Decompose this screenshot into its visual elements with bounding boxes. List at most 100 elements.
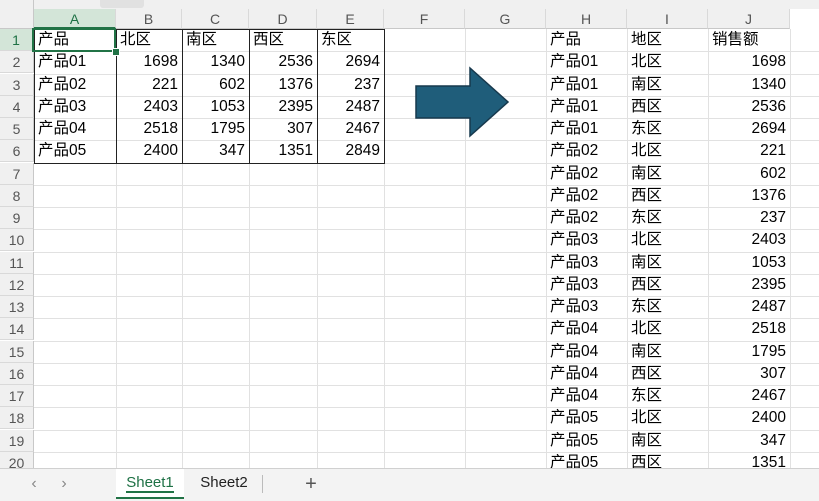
result-table-cell[interactable]: 2518 xyxy=(708,318,790,340)
add-sheet-button[interactable]: + xyxy=(300,471,322,497)
result-table-cell[interactable]: 西区 xyxy=(627,274,708,296)
column-header-e[interactable]: E xyxy=(317,9,384,29)
result-table-cell[interactable]: 产品01 xyxy=(546,74,627,96)
column-header-h[interactable]: H xyxy=(546,9,627,29)
result-table-cell[interactable]: 南区 xyxy=(627,252,708,274)
select-all-corner[interactable] xyxy=(0,0,34,29)
result-table-cell[interactable]: 307 xyxy=(708,363,790,385)
result-table-cell[interactable]: 2694 xyxy=(708,118,790,140)
source-table-cell[interactable]: 307 xyxy=(249,118,317,140)
source-table-cell[interactable]: 347 xyxy=(182,140,249,162)
result-table-cell[interactable]: 2400 xyxy=(708,407,790,429)
row-header[interactable]: 19 xyxy=(0,430,34,452)
result-table-cell[interactable]: 产品04 xyxy=(546,318,627,340)
result-table-cell[interactable]: 北区 xyxy=(627,229,708,251)
source-table-cell[interactable]: 产品02 xyxy=(34,74,116,96)
source-table-cell[interactable]: 602 xyxy=(182,74,249,96)
row-header[interactable]: 6 xyxy=(0,140,34,162)
column-header-c[interactable]: C xyxy=(182,9,249,29)
source-header-cell[interactable]: 东区 xyxy=(317,29,384,51)
source-table-cell[interactable]: 2487 xyxy=(317,96,384,118)
result-table-cell[interactable]: 2487 xyxy=(708,296,790,318)
result-table-cell[interactable]: 产品03 xyxy=(546,229,627,251)
column-header-d[interactable]: D xyxy=(249,9,317,29)
result-table-cell[interactable]: 产品05 xyxy=(546,407,627,429)
result-table-cell[interactable]: 产品03 xyxy=(546,296,627,318)
result-table-cell[interactable]: 1376 xyxy=(708,185,790,207)
source-header-cell[interactable]: 南区 xyxy=(182,29,249,51)
source-table-cell[interactable]: 1351 xyxy=(249,140,317,162)
result-table-cell[interactable]: 产品02 xyxy=(546,185,627,207)
result-table-cell[interactable]: 西区 xyxy=(627,185,708,207)
result-table-cell[interactable]: 南区 xyxy=(627,74,708,96)
result-table-cell[interactable]: 产品04 xyxy=(546,341,627,363)
result-table-cell[interactable]: 南区 xyxy=(627,163,708,185)
source-table-cell[interactable]: 2518 xyxy=(116,118,182,140)
result-table-cell[interactable]: 产品02 xyxy=(546,140,627,162)
column-header-f[interactable]: F xyxy=(384,9,465,29)
row-header[interactable]: 15 xyxy=(0,341,34,363)
result-table-cell[interactable]: 347 xyxy=(708,430,790,452)
row-header[interactable]: 18 xyxy=(0,407,34,429)
row-header[interactable]: 13 xyxy=(0,296,34,318)
source-table-cell[interactable]: 产品01 xyxy=(34,51,116,73)
result-table-cell[interactable]: 北区 xyxy=(627,51,708,73)
row-header[interactable]: 2 xyxy=(0,51,34,73)
source-table-cell[interactable]: 1340 xyxy=(182,51,249,73)
column-header-a[interactable]: A xyxy=(34,9,116,29)
source-table-cell[interactable]: 2849 xyxy=(317,140,384,162)
result-table-cell[interactable]: 东区 xyxy=(627,296,708,318)
source-table-cell[interactable]: 2467 xyxy=(317,118,384,140)
result-table-cell[interactable]: 南区 xyxy=(627,341,708,363)
source-table-cell[interactable]: 产品04 xyxy=(34,118,116,140)
row-header[interactable]: 10 xyxy=(0,229,34,251)
result-table-cell[interactable]: 产品01 xyxy=(546,96,627,118)
fill-handle[interactable] xyxy=(112,48,120,56)
result-table-cell[interactable]: 产品04 xyxy=(546,385,627,407)
result-table-cell[interactable]: 2403 xyxy=(708,229,790,251)
source-table-cell[interactable]: 1795 xyxy=(182,118,249,140)
row-header[interactable]: 3 xyxy=(0,74,34,96)
source-table-cell[interactable]: 2694 xyxy=(317,51,384,73)
result-table-cell[interactable]: 北区 xyxy=(627,407,708,429)
result-table-cell[interactable]: 1698 xyxy=(708,51,790,73)
result-table-cell[interactable]: 237 xyxy=(708,207,790,229)
source-table-cell[interactable]: 221 xyxy=(116,74,182,96)
result-table-cell[interactable]: 西区 xyxy=(627,363,708,385)
result-table-cell[interactable]: 东区 xyxy=(627,118,708,140)
row-header[interactable]: 5 xyxy=(0,118,34,140)
result-table-cell[interactable]: 产品01 xyxy=(546,118,627,140)
tab-sheet2[interactable]: Sheet2 xyxy=(190,469,258,499)
result-table-cell[interactable]: 221 xyxy=(708,140,790,162)
column-header-j[interactable]: J xyxy=(708,9,790,29)
row-header[interactable]: 8 xyxy=(0,185,34,207)
result-table-cell[interactable]: 产品01 xyxy=(546,51,627,73)
source-header-cell[interactable]: 西区 xyxy=(249,29,317,51)
result-table-cell[interactable]: 1795 xyxy=(708,341,790,363)
result-table-cell[interactable]: 602 xyxy=(708,163,790,185)
source-table-cell[interactable]: 237 xyxy=(317,74,384,96)
result-table-cell[interactable]: 北区 xyxy=(627,318,708,340)
tab-sheet1[interactable]: Sheet1 xyxy=(116,469,184,499)
result-table-cell[interactable]: 1053 xyxy=(708,252,790,274)
result-table-cell[interactable]: 1340 xyxy=(708,74,790,96)
result-table-cell[interactable]: 产品03 xyxy=(546,252,627,274)
source-table-cell[interactable]: 2400 xyxy=(116,140,182,162)
result-table-cell[interactable]: 产品02 xyxy=(546,163,627,185)
row-header[interactable]: 12 xyxy=(0,274,34,296)
row-header[interactable]: 4 xyxy=(0,96,34,118)
source-table-cell[interactable]: 1376 xyxy=(249,74,317,96)
row-header[interactable]: 9 xyxy=(0,207,34,229)
source-table-cell[interactable]: 2536 xyxy=(249,51,317,73)
result-table-cell[interactable]: 产品03 xyxy=(546,274,627,296)
result-table-cell[interactable]: 2395 xyxy=(708,274,790,296)
result-table-cell[interactable]: 东区 xyxy=(627,207,708,229)
result-header-cell[interactable]: 产品 xyxy=(546,29,627,51)
result-table-cell[interactable]: 东区 xyxy=(627,385,708,407)
source-table-cell[interactable]: 2403 xyxy=(116,96,182,118)
result-table-cell[interactable]: 2467 xyxy=(708,385,790,407)
row-header[interactable]: 16 xyxy=(0,363,34,385)
result-table-cell[interactable]: 产品04 xyxy=(546,363,627,385)
result-table-cell[interactable]: 南区 xyxy=(627,430,708,452)
row-header[interactable]: 11 xyxy=(0,252,34,274)
